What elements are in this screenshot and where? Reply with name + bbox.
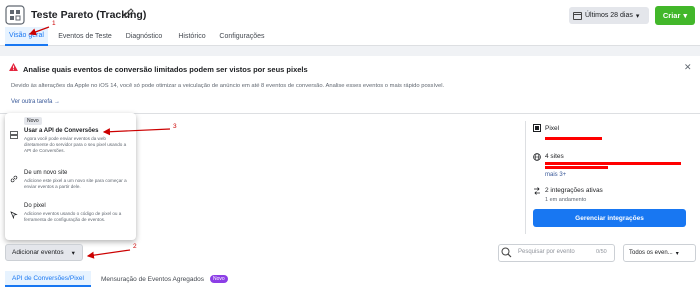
edit-pencil-icon[interactable] xyxy=(124,8,134,18)
chevron-down-icon: ▾ xyxy=(683,11,688,20)
tab-conversions-api-pixel[interactable]: API de Conversões/Pixel xyxy=(5,271,91,287)
create-button[interactable]: Criar ▾ xyxy=(655,6,695,25)
see-other-task-link[interactable]: Ver outra tarefa → xyxy=(11,99,60,105)
new-badge: Novo xyxy=(210,275,228,283)
tab-test-events[interactable]: Eventos de Teste xyxy=(57,27,113,46)
redaction-mark xyxy=(545,137,602,140)
page-header: Teste Pareto (Tracking) Últimos 28 dias … xyxy=(0,0,700,46)
manage-integrations-button[interactable]: Gerenciar integrações xyxy=(533,209,686,227)
caret-down-icon: ▾ xyxy=(71,249,75,257)
menu-item-from-pixel[interactable]: Do pixel xyxy=(24,203,46,209)
chevron-down-icon: ▾ xyxy=(635,12,640,20)
annotation-number: 3 xyxy=(173,123,177,130)
create-button-label: Criar xyxy=(662,11,681,20)
menu-item-conversions-api[interactable]: Usar a API de Conversões xyxy=(24,128,98,134)
annotation-number: 1 xyxy=(52,20,56,27)
add-events-label: Adicionar eventos xyxy=(12,249,64,256)
close-icon[interactable]: ✕ xyxy=(684,62,692,73)
date-range-label: Últimos 28 dias xyxy=(585,12,633,19)
warning-body: Devido às alterações da Apple no iOS 14,… xyxy=(11,83,445,89)
cursor-icon xyxy=(10,211,18,219)
tab-settings[interactable]: Configurações xyxy=(217,27,267,46)
new-badge: Novo xyxy=(24,117,42,125)
menu-item-description: Adicione eventos usando o código de pixe… xyxy=(24,211,122,222)
vertical-divider xyxy=(525,121,526,234)
link-icon xyxy=(10,175,18,183)
tab-diagnostics[interactable]: Diagnóstico xyxy=(122,27,166,46)
warning-icon xyxy=(9,63,18,71)
add-events-button[interactable]: Adicionar eventos ▾ xyxy=(5,244,83,261)
integrations-icon xyxy=(534,187,540,195)
integrations-sub: 1 em andamento xyxy=(545,197,587,203)
pixel-icon xyxy=(533,124,541,132)
server-icon xyxy=(10,131,18,139)
sites-label: 4 sites xyxy=(545,153,564,160)
menu-item-description: Adicione este pixel a um novo site para … xyxy=(24,178,127,189)
integrations-label: 2 integrações ativas xyxy=(545,187,603,194)
caret-down-icon: ▾ xyxy=(675,250,679,257)
search-placeholder: Pesquisar por evento xyxy=(518,249,575,255)
search-icon xyxy=(501,247,512,258)
menu-item-description: Agora você pode enviar eventos da web di… xyxy=(24,136,127,153)
more-sites-link[interactable]: mais 3+ xyxy=(545,172,566,178)
warning-title: Analise quais eventos de conversão limit… xyxy=(23,65,308,74)
redaction-mark xyxy=(545,162,681,165)
tab-aggregated-event-measurement[interactable]: Mensuração de Eventos Agregados xyxy=(101,271,204,287)
events-filter-label: Todos os even... xyxy=(629,250,673,256)
tab-overview[interactable]: Visão geral xyxy=(5,27,48,46)
pixel-label: Pixel xyxy=(545,125,560,132)
date-range-button[interactable]: Últimos 28 dias ▾ xyxy=(569,7,649,24)
globe-icon xyxy=(533,153,541,161)
annotation-number: 2 xyxy=(133,243,137,250)
events-filter-select[interactable]: Todos os even... ▾ xyxy=(623,244,696,262)
tab-history[interactable]: Histórico xyxy=(175,27,209,46)
redaction-mark xyxy=(545,166,608,169)
calendar-icon xyxy=(573,11,582,20)
menu-item-new-site[interactable]: De um novo site xyxy=(24,170,67,176)
search-char-count: 0/50 xyxy=(596,249,607,255)
pixel-logo-icon xyxy=(5,5,25,25)
